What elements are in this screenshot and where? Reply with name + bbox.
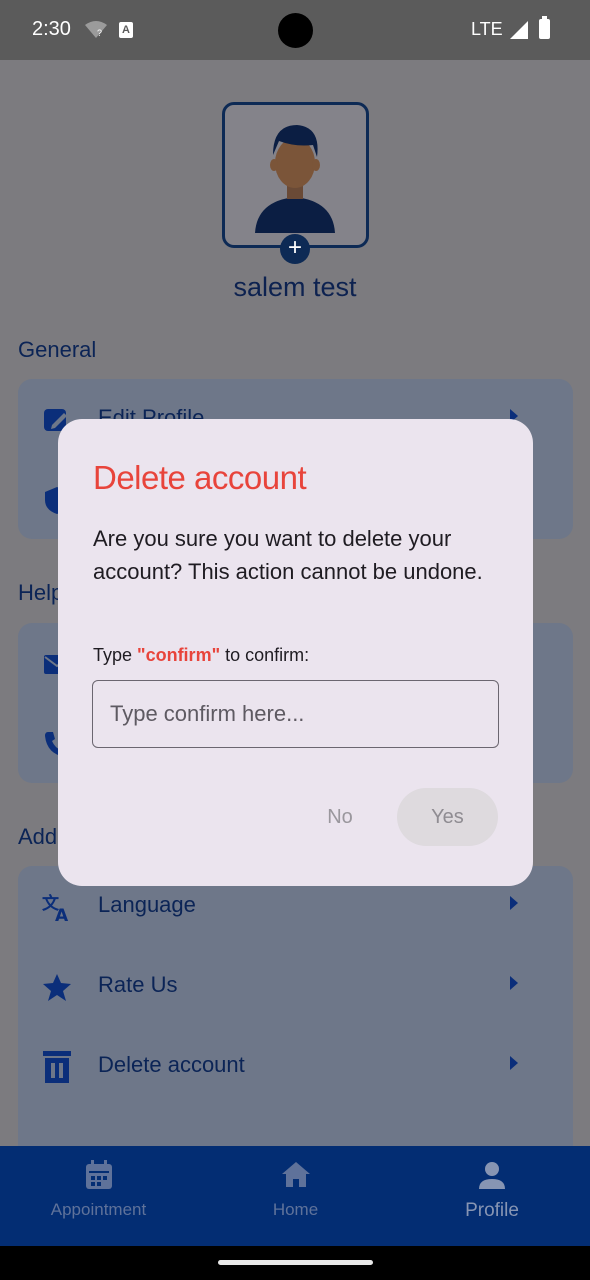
bottom-nav: Appointment Home Profile xyxy=(0,1146,590,1246)
status-bar: 2:30 ? A LTE xyxy=(0,0,590,60)
rate-us-label: Rate Us xyxy=(98,972,178,997)
additional-card: 文 A Language Rate Us Delete account xyxy=(18,866,573,1146)
chevron-right-icon xyxy=(510,896,518,910)
dialog-message: Are you sure you want to delete your acc… xyxy=(93,526,483,584)
svg-text:?: ? xyxy=(97,28,102,38)
chevron-right-icon xyxy=(510,1056,518,1070)
section-title-additional: Add xyxy=(18,824,58,849)
nav-profile-label: Profile xyxy=(465,1200,519,1221)
status-time: 2:30 xyxy=(32,18,71,40)
confirm-hint-suffix: to confirm: xyxy=(220,645,310,665)
avatar[interactable] xyxy=(222,102,369,248)
network-type: LTE xyxy=(471,19,503,39)
translate-icon: 文 A xyxy=(42,893,69,922)
camera-cutout xyxy=(278,13,313,48)
trash-icon xyxy=(43,1051,71,1083)
notification-a-icon: A xyxy=(119,22,133,38)
delete-account-dialog: Delete account Are you sure you want to … xyxy=(58,419,533,886)
gesture-bar xyxy=(0,1246,590,1280)
nav-home-label: Home xyxy=(272,1200,319,1219)
rate-us-item[interactable]: Rate Us xyxy=(18,956,573,1016)
signal-icon xyxy=(510,21,528,39)
svg-text:A: A xyxy=(55,906,69,922)
battery-icon xyxy=(539,16,550,39)
wifi-icon: ? xyxy=(85,21,107,38)
avatar-illustration-icon xyxy=(255,125,335,233)
confirm-input[interactable] xyxy=(92,680,499,748)
confirm-keyword: "confirm" xyxy=(137,645,221,665)
add-photo-button[interactable]: + xyxy=(280,234,310,264)
user-name: salem test xyxy=(233,272,357,302)
confirm-hint-prefix: Type xyxy=(93,645,138,665)
star-icon xyxy=(43,974,71,1001)
language-label: Language xyxy=(98,892,196,917)
nav-appointment-label: Appointment xyxy=(50,1200,147,1219)
nav-appointment[interactable]: Appointment xyxy=(0,1146,197,1246)
home-gesture-handle[interactable] xyxy=(218,1260,373,1265)
section-title-general: General xyxy=(18,337,97,362)
yes-button[interactable]: Yes xyxy=(397,788,498,846)
person-icon xyxy=(479,1162,505,1189)
confirm-hint: Type "confirm" to confirm: xyxy=(93,645,309,666)
no-button[interactable]: No xyxy=(310,788,370,846)
chevron-right-icon xyxy=(510,976,518,990)
section-title-help: Help xyxy=(18,580,64,605)
delete-account-item[interactable]: Delete account xyxy=(18,1036,573,1096)
delete-account-label: Delete account xyxy=(98,1052,245,1077)
nav-home[interactable]: Home xyxy=(197,1146,394,1246)
calendar-icon xyxy=(85,1160,112,1189)
nav-profile[interactable]: Profile xyxy=(394,1146,590,1246)
home-icon xyxy=(281,1162,310,1187)
dialog-title: Delete account xyxy=(93,459,307,496)
